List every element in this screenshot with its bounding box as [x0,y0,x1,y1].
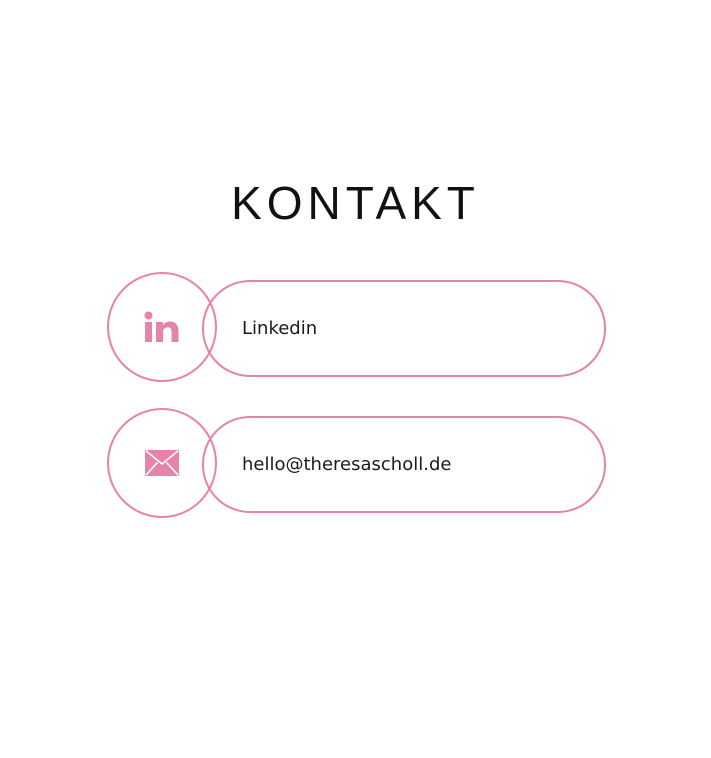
email-link-label: hello@theresascholl.de [242,454,452,475]
mail-icon-circle[interactable] [107,408,217,518]
linkedin-icon [144,311,179,342]
page-title: KONTAKT [231,177,480,229]
linkedin-link-label: Linkedin [242,318,318,339]
contact-row-linkedin: Linkedin [107,272,606,384]
linkedin-link[interactable]: Linkedin [202,280,606,377]
linkedin-icon-circle[interactable] [107,272,217,382]
contact-row-email: hello@theresascholl.de [107,408,606,520]
email-link[interactable]: hello@theresascholl.de [202,416,606,513]
mail-icon [145,450,179,476]
